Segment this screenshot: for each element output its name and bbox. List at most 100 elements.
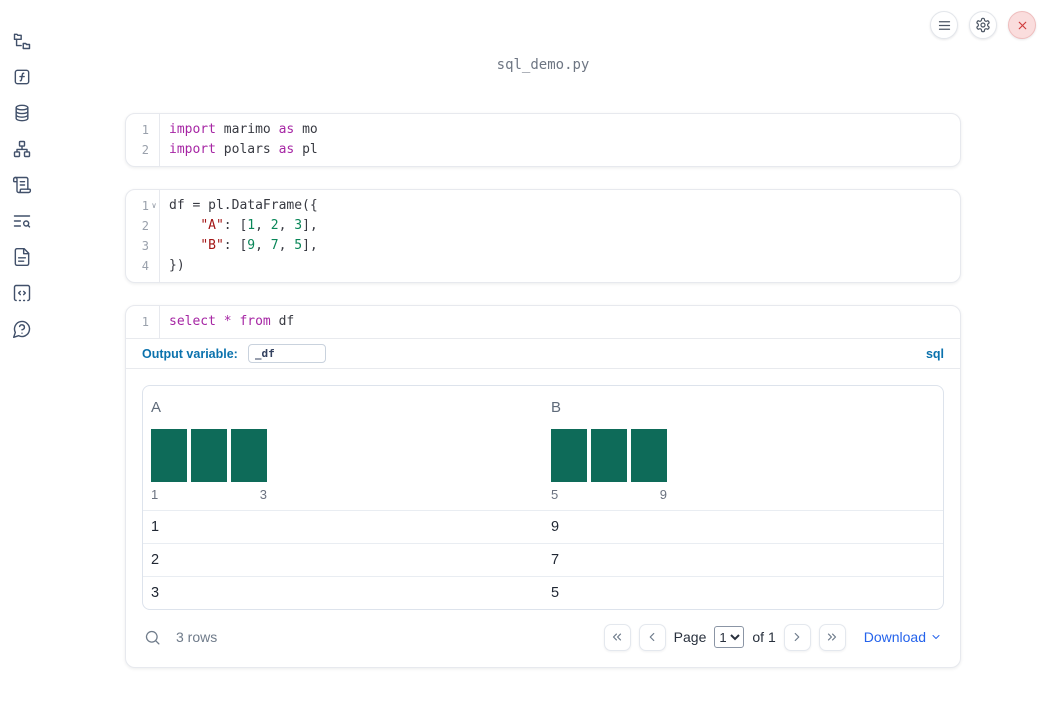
row-count-label: 3 rows [176, 629, 218, 645]
table-header: A13B59 [143, 386, 943, 510]
line-number: 2 [141, 219, 149, 233]
notebook-area: sql_demo.py 1 import marimo as mo 2 import … [125, 0, 961, 690]
previous-page-button[interactable] [638, 623, 666, 651]
line-gutter: 2 [126, 216, 159, 236]
sidebar-item-snippets[interactable] [4, 275, 40, 311]
chevron-down-icon [932, 635, 940, 639]
table-body: 192735 [143, 510, 943, 609]
table-row[interactable]: 19 [143, 510, 943, 543]
table-cell: 2 [151, 552, 160, 568]
sql-language-badge: sql [925, 346, 944, 361]
axis-min-label: 5 [551, 487, 559, 502]
histogram-bar[interactable] [191, 429, 227, 482]
code-line[interactable]: 2 import polars as pl [126, 140, 960, 160]
page-select[interactable]: 1 [714, 626, 745, 648]
next-page-button[interactable] [783, 623, 811, 651]
code-text: select * from df [169, 314, 295, 329]
code-line[interactable]: 3 "B": [9, 7, 5], [126, 236, 960, 256]
histogram-axis: 59 [551, 487, 667, 502]
line-gutter: 1 [126, 120, 159, 140]
code-text: import marimo as mo [169, 122, 318, 137]
histogram-bar[interactable] [591, 429, 627, 482]
line-gutter: 1 ∨ [126, 196, 159, 216]
document-icon [14, 247, 30, 267]
column-header[interactable]: A 13 [143, 386, 543, 510]
histogram-axis: 13 [151, 487, 267, 502]
gear-icon [976, 17, 990, 33]
code-editor[interactable]: 1 ∨ df = pl.DataFrame({2 "A": [1, 2, 3], 3 … [126, 190, 960, 282]
line-number: 3 [141, 239, 149, 253]
download-label: Download [863, 629, 926, 645]
sidebar-item-documentation[interactable] [4, 239, 40, 275]
code-line[interactable]: 1 select * from df [126, 312, 960, 332]
line-number: 4 [141, 259, 149, 273]
code-line[interactable]: 4}) [126, 256, 960, 276]
sidebar-item-data-sources[interactable] [4, 95, 40, 131]
file-tree-icon [13, 33, 31, 50]
column-histogram [551, 429, 935, 482]
sidebar-item-logs[interactable] [4, 167, 40, 203]
column-name: B [551, 399, 562, 416]
last-page-button[interactable] [818, 623, 846, 651]
table-row[interactable]: 35 [143, 576, 943, 609]
sql-editor[interactable]: 1 select * from df [126, 306, 960, 338]
settings-button[interactable] [969, 11, 997, 39]
code-text: "A": [1, 2, 3], [200, 218, 318, 233]
chevrons-left-icon [613, 633, 622, 641]
histogram-bar[interactable] [551, 429, 587, 482]
scroll-icon [12, 176, 32, 194]
cell-dataframe: 1 ∨ df = pl.DataFrame({2 "A": [1, 2, 3], 3 … [125, 189, 961, 283]
axis-max-label: 9 [659, 487, 667, 502]
help-chat-icon [12, 320, 31, 339]
cell-sql: 1 select * from df Output variable: sql A… [125, 305, 961, 668]
close-button[interactable] [1008, 11, 1036, 39]
table-footer: 3 rows Page 1 of 1 Download [142, 617, 944, 657]
sidebar-item-outline[interactable] [4, 203, 40, 239]
sidebar-item-variables[interactable] [4, 59, 40, 95]
code-text: import polars as pl [169, 142, 318, 157]
dataframe-table: A13B59 192735 [142, 385, 944, 610]
output-variable-input[interactable] [247, 344, 326, 363]
first-page-button[interactable] [603, 623, 631, 651]
line-gutter: 1 [126, 312, 159, 332]
table-cell: 3 [151, 585, 160, 601]
line-number: 2 [141, 143, 149, 157]
database-icon [15, 104, 29, 122]
code-line[interactable]: 2 "A": [1, 2, 3], [126, 216, 960, 236]
table-cell: 9 [551, 519, 560, 535]
table-cell: 7 [551, 552, 560, 568]
chevron-left-icon [649, 632, 655, 642]
table-cell: 1 [151, 519, 160, 535]
line-gutter: 3 [126, 236, 159, 256]
left-panel-toolbar [0, 0, 44, 713]
sql-config-row: Output variable: sql [126, 338, 960, 368]
code-text: "B": [9, 7, 5], [200, 238, 318, 253]
code-line[interactable]: 1 ∨ df = pl.DataFrame({ [126, 196, 960, 216]
column-name: A [151, 399, 162, 416]
search-icon[interactable] [144, 629, 161, 646]
text-search-icon [13, 215, 31, 228]
line-number: 1 [141, 123, 149, 137]
column-header[interactable]: B59 [543, 386, 943, 510]
column-histogram [151, 429, 535, 482]
code-editor[interactable]: 1 import marimo as mo 2 import polars as pl [126, 114, 960, 166]
cell-imports: 1 import marimo as mo 2 import polars as pl [125, 113, 961, 167]
histogram-bar[interactable] [231, 429, 267, 482]
code-line[interactable]: 1 import marimo as mo [126, 120, 960, 140]
sql-output-area: A13B59 192735 3 rows Page 1 of 1 Downloa… [126, 368, 960, 667]
histogram-bar[interactable] [631, 429, 667, 482]
chevrons-right-icon [828, 633, 837, 641]
dependency-graph-icon [13, 140, 31, 158]
fold-toggle-icon[interactable]: ∨ [149, 201, 159, 211]
table-row[interactable]: 27 [143, 543, 943, 576]
code-snippet-icon [13, 284, 31, 302]
notebook-filename: sql_demo.py [496, 57, 590, 73]
download-button[interactable]: Download [864, 629, 942, 645]
line-gutter: 2 [126, 140, 159, 160]
histogram-bar[interactable] [151, 429, 187, 482]
code-text: }) [169, 258, 185, 273]
sidebar-item-help[interactable] [4, 311, 40, 347]
axis-max-label: 3 [259, 487, 267, 502]
sidebar-item-files[interactable] [4, 23, 40, 59]
sidebar-item-dependency-graph[interactable] [4, 131, 40, 167]
